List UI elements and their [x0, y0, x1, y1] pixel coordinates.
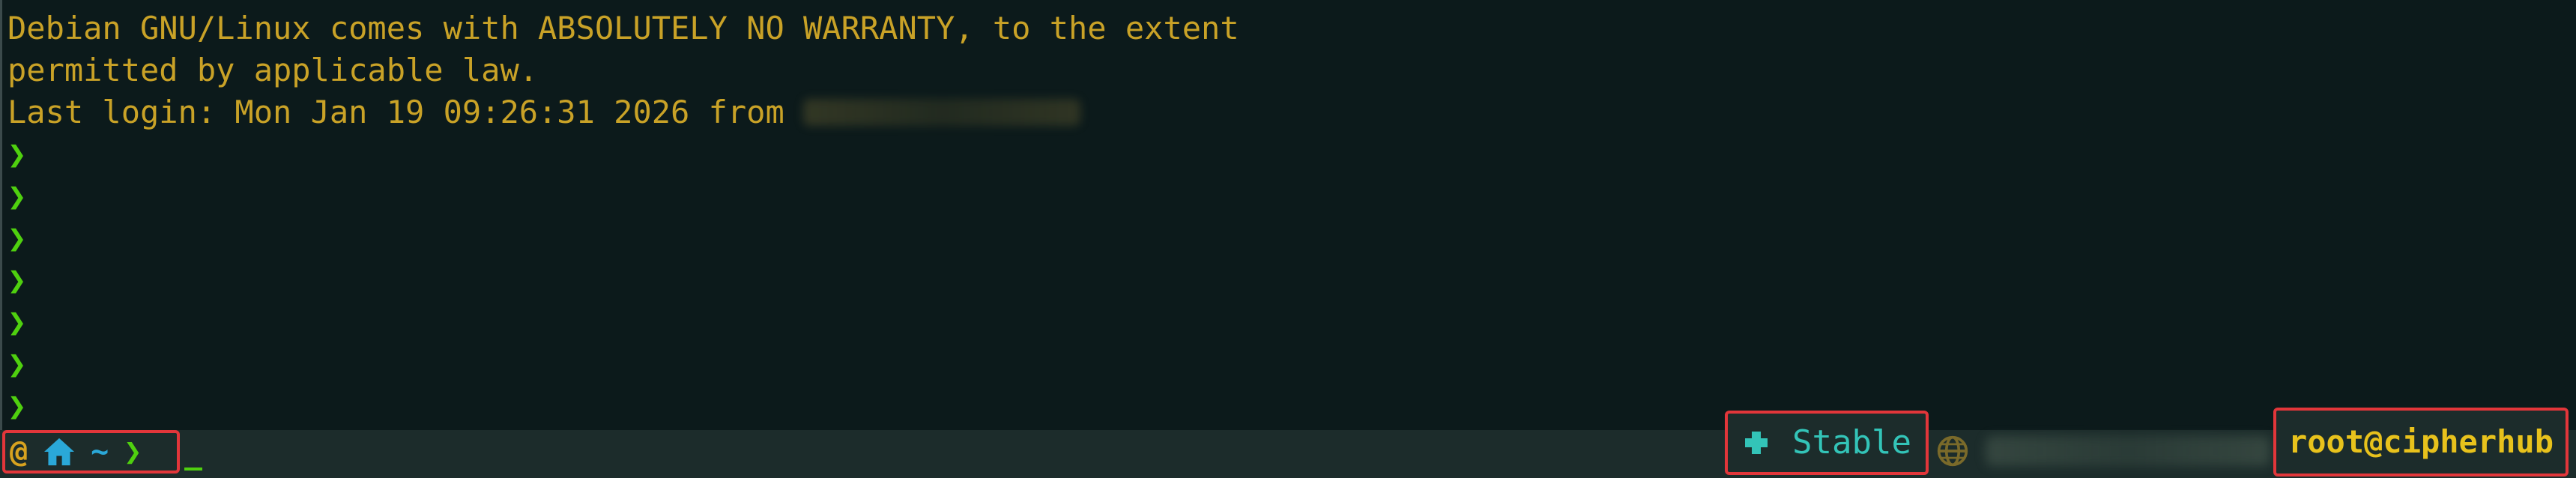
terminal-window[interactable]: Debian GNU/Linux comes with ABSOLUTELY N… [0, 0, 2576, 478]
last-login-text: Last login: Mon Jan 19 09:26:31 2026 fro… [7, 94, 784, 130]
text-cursor[interactable] [184, 468, 202, 471]
stable-segment: Stable [1725, 411, 1929, 475]
prompt-chevron: ❯ [124, 435, 142, 469]
motd-line: Debian GNU/Linux comes with ABSOLUTELY N… [7, 10, 1239, 46]
empty-prompt: ❯ [7, 303, 27, 340]
empty-prompt: ❯ [7, 345, 27, 382]
redacted-ip [803, 99, 1081, 126]
empty-prompt: ❯ [7, 136, 27, 172]
debian-swirl-icon: @ [10, 435, 28, 469]
last-login-line: Last login: Mon Jan 19 09:26:31 2026 fro… [7, 91, 1239, 133]
user-host-label: root@cipherhub [2288, 423, 2554, 460]
current-path: ~ [91, 435, 109, 469]
empty-prompt: ❯ [7, 178, 27, 214]
window-edge [0, 0, 2, 478]
redacted-ip [1986, 436, 2270, 466]
empty-prompt: ❯ [7, 261, 27, 298]
puzzle-icon [1745, 432, 1768, 454]
empty-prompt: ❯ [7, 387, 27, 424]
prompt-statusbar: @ ~ ❯ Stable root@cipherhub [0, 408, 2576, 478]
home-icon [44, 438, 75, 466]
user-host-segment: root@cipherhub [2273, 408, 2569, 477]
globe-icon [1937, 435, 1968, 467]
motd-line: permitted by applicable law. [7, 52, 539, 88]
prompt-path-segment: @ ~ ❯ [2, 430, 180, 474]
empty-prompt: ❯ [7, 220, 27, 256]
terminal-output: Debian GNU/Linux comes with ABSOLUTELY N… [7, 7, 1239, 427]
stable-label: Stable [1792, 423, 1911, 462]
